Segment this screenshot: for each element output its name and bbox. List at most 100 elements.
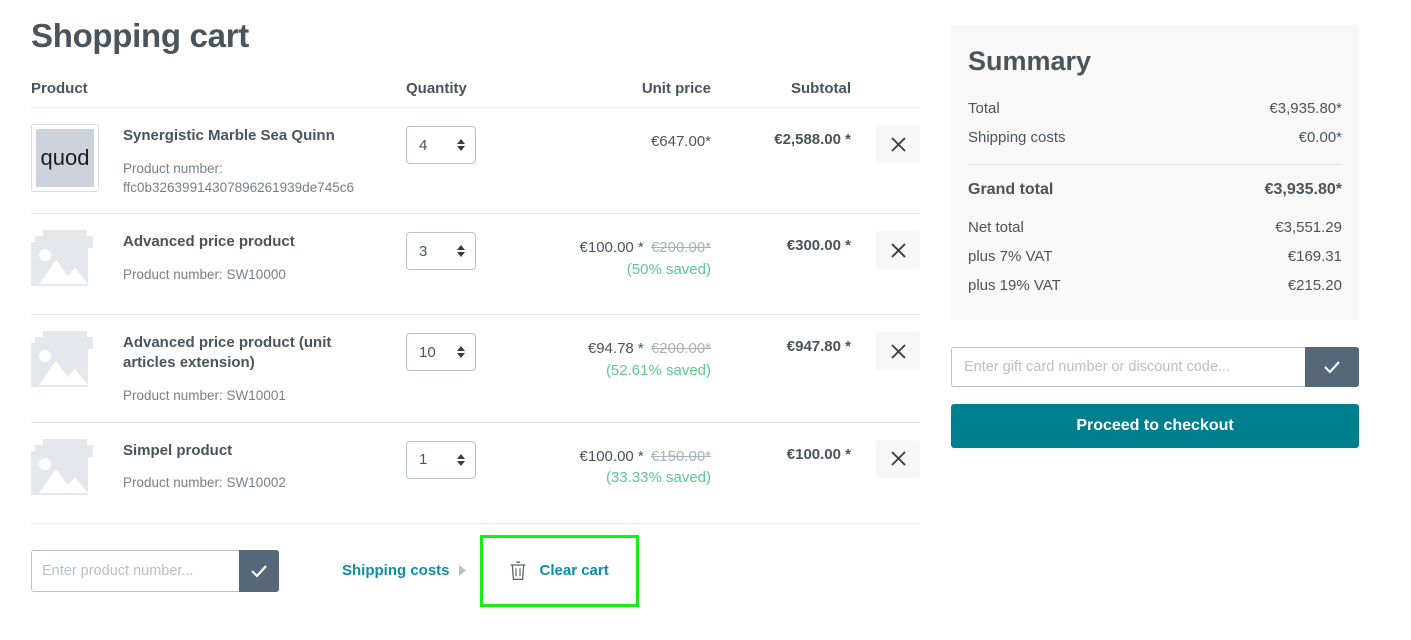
product-number-label: Product number: <box>123 161 223 177</box>
summary-value: €0.00* <box>1298 129 1342 147</box>
unit-price-original: €150.00* <box>650 447 711 465</box>
product-name[interactable]: Advanced price product <box>123 232 295 252</box>
product-cell: quod Synergistic Marble Sea Quinn Produc… <box>31 124 406 197</box>
stepper-arrows-icon[interactable] <box>457 346 465 359</box>
subtotal-cell: €947.80 * <box>786 338 851 356</box>
stepper-arrows-icon[interactable] <box>457 453 465 466</box>
summary-value: €169.31 <box>1287 247 1342 265</box>
product-number-value: ffc0b32639914307896261939de745c6 <box>123 179 354 195</box>
summary-line-total: Total €3,935.80* <box>968 95 1342 124</box>
product-name[interactable]: Advanced price product (unit articles ex… <box>123 333 388 373</box>
add-product-form <box>31 549 279 592</box>
summary-line-vat-19: plus 19% VAT €215.20 <box>968 272 1342 301</box>
quantity-cell: 4 <box>406 124 546 165</box>
remove-item-button[interactable] <box>876 125 920 164</box>
remove-cell <box>851 230 920 270</box>
unit-price-original: €200.00* <box>650 340 711 358</box>
shipping-costs-link[interactable]: Shipping costs <box>342 562 468 579</box>
product-info: Advanced price product Product number: S… <box>99 230 295 284</box>
trash-icon <box>510 561 526 580</box>
cart-actions-bar: Shipping costs Clear cart <box>31 534 920 607</box>
table-row: Simpel product Product number: SW10002 1… <box>31 423 920 524</box>
close-icon <box>890 243 906 258</box>
discount-saved-label: (52.61% saved) <box>605 361 711 379</box>
unit-price-cell: €100.00 * €150.00* (33.33% saved) <box>546 439 711 489</box>
thumbnail-text: quod <box>36 129 94 188</box>
summary-value: €3,935.80* <box>1269 100 1342 118</box>
unit-price: €647.00* <box>650 133 711 151</box>
unit-price: €94.78 * <box>587 340 644 358</box>
unit-price: €100.00 * <box>579 447 644 465</box>
summary-title: Summary <box>968 46 1092 76</box>
remove-item-button[interactable] <box>876 439 920 478</box>
clear-cart-highlight: Clear cart <box>479 534 639 607</box>
product-info: Advanced price product (unit articles ex… <box>99 331 388 405</box>
unit-price-cell: €647.00* <box>546 124 711 152</box>
product-number: Product number: SW10000 <box>123 267 286 283</box>
product-name[interactable]: Simpel product <box>123 441 286 461</box>
quantity-stepper[interactable]: 3 <box>406 232 476 271</box>
summary-line-net-total: Net total €3,551.29 <box>968 214 1342 243</box>
summary-label: Grand total <box>968 180 1054 198</box>
quantity-value: 4 <box>419 136 428 154</box>
add-product-submit-button[interactable] <box>239 549 279 592</box>
product-cell: Advanced price product Product number: S… <box>31 230 406 298</box>
image-placeholder-icon <box>31 438 93 495</box>
quantity-value: 3 <box>419 242 428 260</box>
product-thumbnail[interactable] <box>31 230 99 298</box>
promo-code-input[interactable] <box>951 347 1305 388</box>
header-unit-price: Unit price <box>641 80 711 98</box>
product-number-input[interactable] <box>31 549 239 592</box>
quantity-cell: 1 <box>406 439 546 479</box>
header-quantity: Quantity <box>406 80 467 98</box>
summary-panel: Summary Total €3,935.80* Shipping costs … <box>951 25 1359 321</box>
quantity-cell: 10 <box>406 331 546 372</box>
product-number: Product number: SW10002 <box>123 475 286 491</box>
remove-item-button[interactable] <box>876 332 920 371</box>
summary-label: plus 19% VAT <box>968 276 1061 294</box>
remove-cell <box>851 124 920 164</box>
subtotal-cell: €2,588.00 * <box>774 131 851 149</box>
shipping-costs-label: Shipping costs <box>342 562 450 580</box>
promo-code-submit-button[interactable] <box>1305 347 1359 388</box>
discount-saved-label: (50% saved) <box>626 260 711 278</box>
table-row: quod Synergistic Marble Sea Quinn Produc… <box>31 108 920 215</box>
close-icon <box>890 344 906 359</box>
remove-cell <box>851 331 920 371</box>
header-product: Product <box>31 80 88 98</box>
summary-label: Total <box>968 100 1000 118</box>
quantity-stepper[interactable]: 10 <box>406 333 476 372</box>
product-number: Product number: ffc0b3263991430789626193… <box>123 160 354 197</box>
remove-cell <box>851 439 920 478</box>
summary-line-vat-7: plus 7% VAT €169.31 <box>968 243 1342 272</box>
table-header-row: Product Quantity Unit price Subtotal <box>31 80 920 109</box>
cart-column: Shopping cart Product Quantity Unit pric… <box>0 0 920 640</box>
product-thumbnail[interactable] <box>31 331 99 399</box>
summary-column: Summary Total €3,935.80* Shipping costs … <box>920 0 1380 640</box>
product-name[interactable]: Synergistic Marble Sea Quinn <box>123 126 354 146</box>
check-icon <box>1324 361 1340 375</box>
unit-price: €100.00 * <box>579 239 644 257</box>
promo-code-form <box>951 347 1359 388</box>
proceed-to-checkout-button[interactable]: Proceed to checkout <box>951 404 1359 449</box>
summary-line-grand-total: Grand total €3,935.80* <box>968 175 1342 214</box>
product-thumbnail[interactable]: quod <box>31 124 99 193</box>
quantity-stepper[interactable]: 4 <box>406 126 476 165</box>
table-row: Advanced price product (unit articles ex… <box>31 315 920 423</box>
stepper-arrows-icon[interactable] <box>457 245 465 258</box>
summary-label: Shipping costs <box>968 129 1066 147</box>
stepper-arrows-icon[interactable] <box>457 139 465 152</box>
summary-label: Net total <box>968 219 1024 237</box>
summary-divider <box>968 163 1342 165</box>
quantity-stepper[interactable]: 1 <box>406 440 476 479</box>
clear-cart-button[interactable]: Clear cart <box>508 560 609 582</box>
product-cell: Simpel product Product number: SW10002 <box>31 438 406 507</box>
summary-value: €215.20 <box>1287 276 1342 294</box>
remove-item-button[interactable] <box>876 231 920 270</box>
quantity-value: 1 <box>419 451 428 469</box>
product-info: Synergistic Marble Sea Quinn Product num… <box>99 124 354 197</box>
product-thumbnail[interactable] <box>31 438 99 507</box>
product-info: Simpel product Product number: SW10002 <box>99 439 286 493</box>
cart-table: Product Quantity Unit price Subtotal quo… <box>31 80 920 524</box>
table-row: Advanced price product Product number: S… <box>31 214 920 316</box>
